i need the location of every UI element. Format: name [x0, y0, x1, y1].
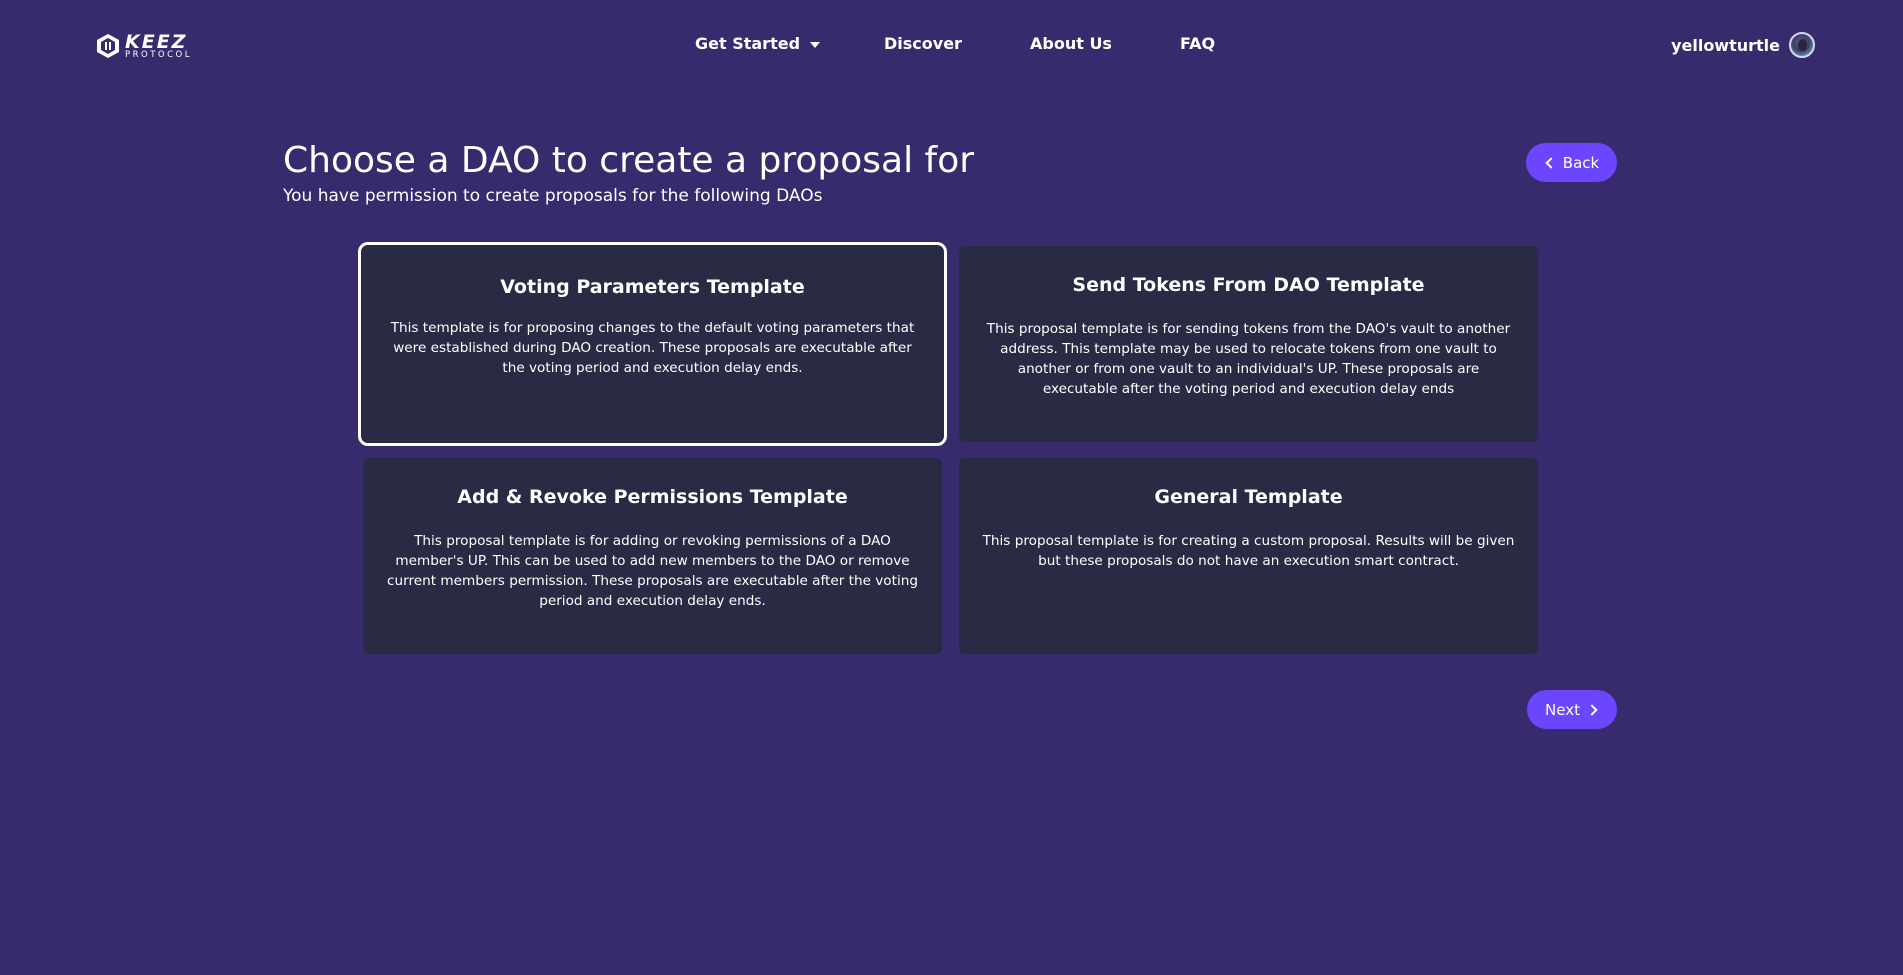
next-button[interactable]: Next [1527, 690, 1617, 729]
template-card-description: This proposal template is for adding or … [387, 533, 918, 609]
nav-discover[interactable]: Discover [884, 34, 962, 53]
chevron-right-icon [1586, 703, 1598, 716]
keez-logo[interactable]: KEEZ PROTOCOL [95, 32, 192, 60]
logo-sub-text: PROTOCOL [125, 49, 192, 60]
username: yellowturtle [1671, 35, 1780, 55]
template-card-general[interactable]: General Template This proposal template … [959, 458, 1538, 654]
template-card-title: Send Tokens From DAO Template [1072, 274, 1425, 296]
top-navbar: KEEZ PROTOCOL Get Started Discover About… [0, 0, 1903, 92]
template-card-description: This proposal template is for creating a… [982, 533, 1515, 569]
logo-main-text: KEEZ [125, 30, 188, 53]
page-subtitle: You have permission to create proposals … [283, 186, 823, 206]
nav-get-started[interactable]: Get Started [695, 34, 821, 53]
nav-get-started-label: Get Started [695, 34, 801, 53]
template-card-title: Voting Parameters Template [500, 276, 805, 298]
nav-faq[interactable]: FAQ [1180, 34, 1215, 53]
template-card-title: General Template [1154, 486, 1343, 508]
avatar[interactable] [1789, 32, 1815, 58]
logo-hexagon-icon [97, 34, 119, 58]
nav-discover-label: Discover [884, 34, 962, 53]
chevron-left-icon [1545, 156, 1557, 169]
template-card-permissions[interactable]: Add & Revoke Permissions Template This p… [363, 458, 942, 654]
back-button[interactable]: Back [1526, 143, 1617, 182]
nav-faq-label: FAQ [1180, 34, 1216, 53]
template-card-voting-parameters[interactable]: Voting Parameters Template This template… [358, 242, 947, 446]
template-card-title: Add & Revoke Permissions Template [457, 486, 848, 508]
chevron-down-icon [810, 41, 821, 48]
nav-about-us[interactable]: About Us [1030, 34, 1112, 53]
template-card-description: This template is for proposing changes t… [390, 320, 915, 376]
logo-wordmark: KEEZ PROTOCOL [125, 30, 192, 60]
user-menu[interactable]: yellowturtle [1671, 32, 1815, 58]
template-card-description: This proposal template is for sending to… [986, 321, 1511, 397]
next-button-label: Next [1545, 700, 1580, 719]
template-card-send-tokens[interactable]: Send Tokens From DAO Template This propo… [959, 246, 1538, 442]
back-button-label: Back [1562, 153, 1600, 172]
page-title: Choose a DAO to create a proposal for [283, 140, 975, 181]
nav-about-us-label: About Us [1030, 34, 1112, 53]
